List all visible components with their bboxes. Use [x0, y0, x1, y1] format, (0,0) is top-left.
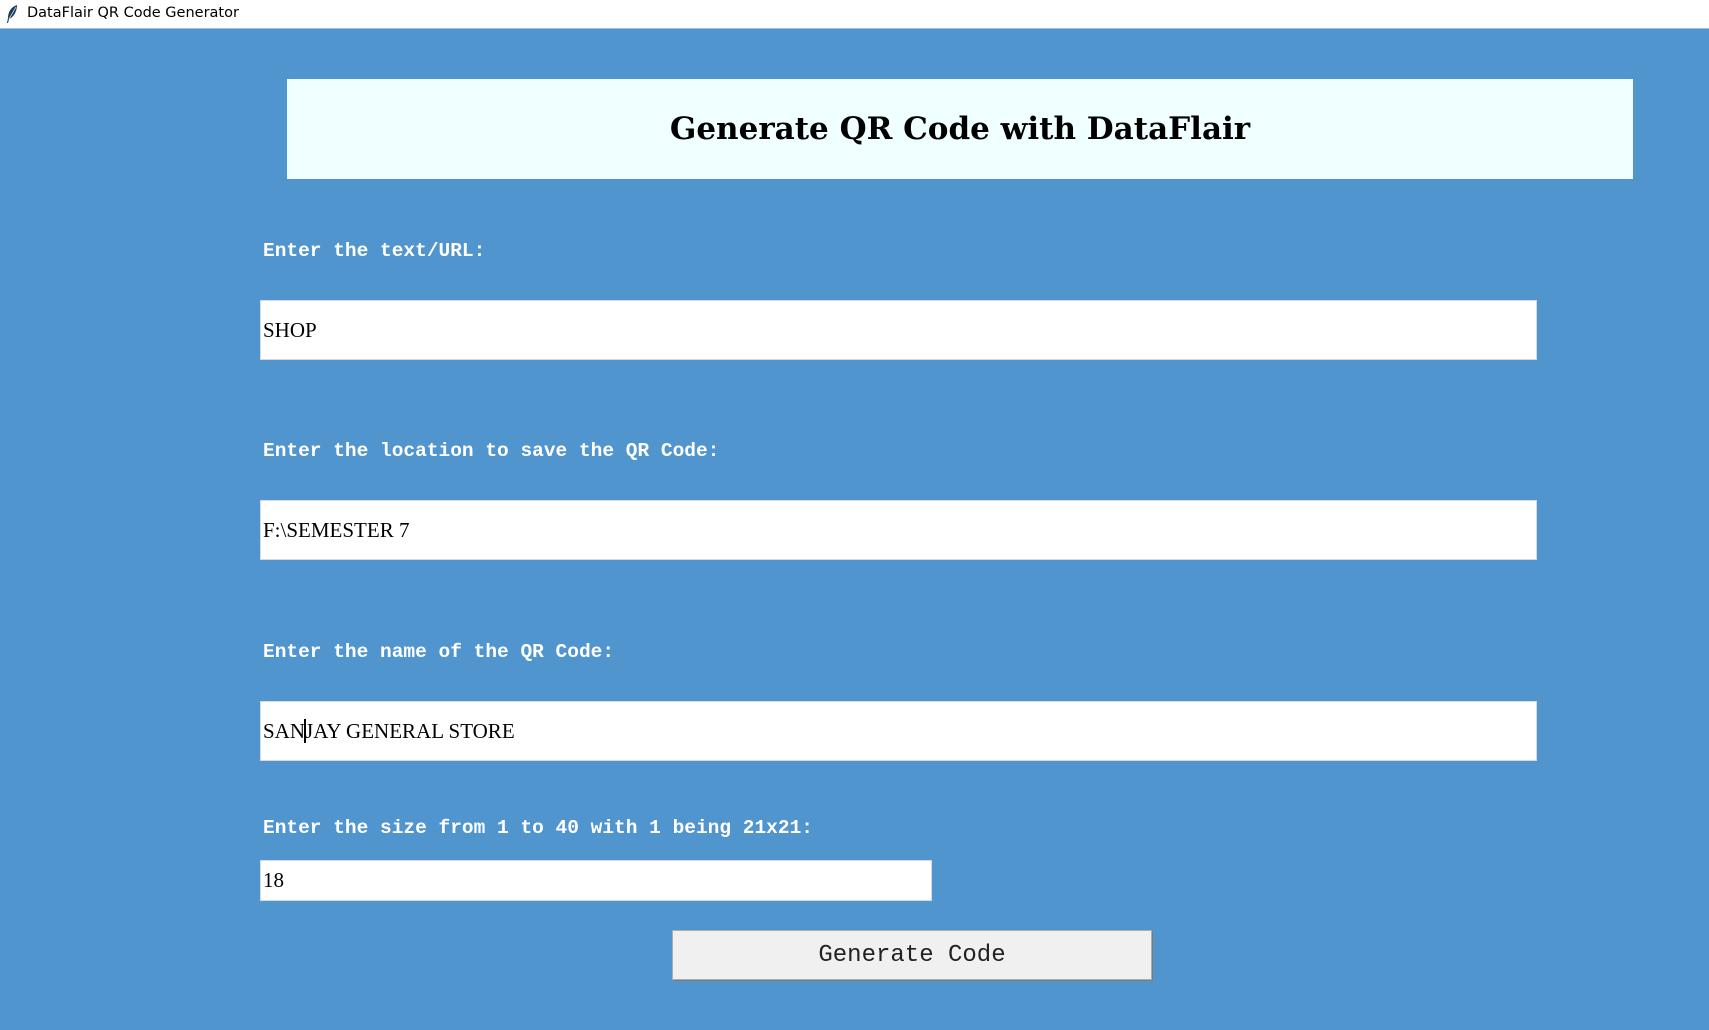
- size-label: Enter the size from 1 to 40 with 1 being…: [263, 817, 813, 839]
- window-title: DataFlair QR Code Generator: [27, 5, 239, 21]
- qr-name-value-end: JAY GENERAL STORE: [305, 718, 515, 743]
- text-url-value: SHOP: [263, 317, 317, 342]
- size-input[interactable]: 18: [260, 860, 932, 901]
- feather-icon: [7, 5, 17, 23]
- header-banner: Generate QR Code with DataFlair: [287, 79, 1633, 179]
- page-heading: Generate QR Code with DataFlair: [669, 111, 1251, 147]
- window-titlebar: DataFlair QR Code Generator: [0, 0, 1709, 29]
- qr-name-input[interactable]: SAN JAY GENERAL STORE: [260, 701, 1537, 761]
- location-input[interactable]: F:\SEMESTER 7: [260, 500, 1537, 560]
- location-label: Enter the location to save the QR Code:: [263, 440, 720, 462]
- qr-name-value-start: SAN: [263, 718, 306, 743]
- size-value: 18: [263, 868, 284, 892]
- generate-code-button[interactable]: Generate Code: [672, 930, 1152, 980]
- text-url-input[interactable]: SHOP: [260, 300, 1537, 360]
- qr-name-label: Enter the name of the QR Code:: [263, 641, 615, 663]
- location-value: F:\SEMESTER 7: [263, 517, 410, 542]
- text-url-label: Enter the text/URL:: [263, 240, 486, 262]
